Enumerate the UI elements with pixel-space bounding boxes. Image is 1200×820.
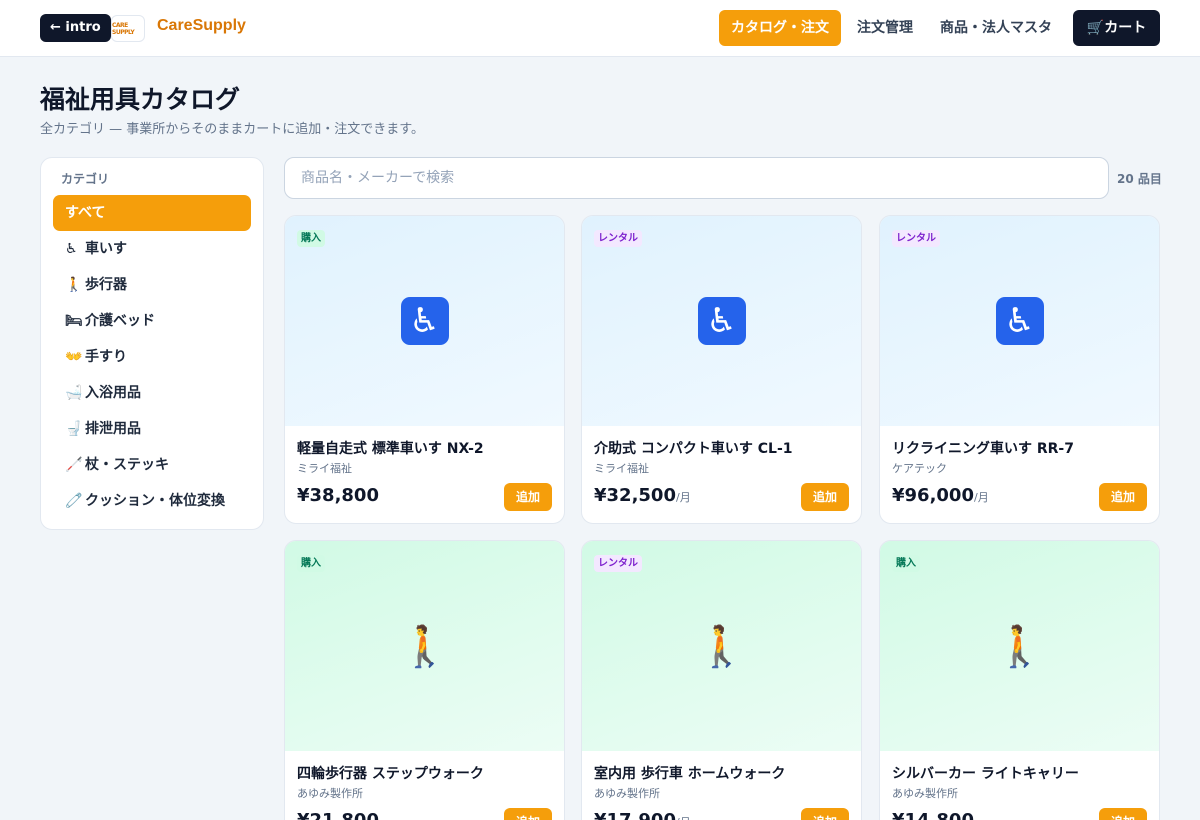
product-name: 四輪歩行器 ステップウォーク: [297, 766, 484, 782]
product-image: 🚶: [880, 541, 1159, 751]
category-label: すべて: [65, 205, 106, 221]
price-value: ¥38,800: [297, 485, 379, 506]
rental-badge: レンタル: [594, 230, 642, 247]
product-card[interactable]: 🚶 購入 四輪歩行器 ステップウォーク あゆみ製作所 ¥21,800 追加: [284, 540, 565, 820]
add-to-cart-button[interactable]: 追加: [1099, 808, 1147, 820]
wheelchair-icon: ♿: [65, 241, 78, 257]
product-card[interactable]: ♿ レンタル リクライニング車いす RR-7 ケアテック ¥96,000/月 追…: [879, 215, 1160, 524]
wheelchair-icon: ♿: [697, 297, 746, 345]
category-item-care-bed[interactable]: 🛏 介護ベッド: [53, 303, 251, 339]
product-price: ¥14,800: [892, 810, 974, 820]
category-label: 歩行器: [85, 277, 127, 293]
page-title: 福祉用具カタログ: [40, 85, 241, 114]
add-to-cart-button[interactable]: 追加: [504, 808, 552, 820]
nav-catalog-order[interactable]: カタログ・注文: [719, 10, 841, 46]
walking-person-icon: 🚶: [399, 623, 450, 670]
product-price: ¥17,900/月: [594, 810, 691, 820]
product-card[interactable]: 🚶 購入 シルバーカー ライトキャリー あゆみ製作所 ¥14,800 追加: [879, 540, 1160, 820]
product-name: リクライニング車いす RR-7: [892, 441, 1074, 457]
category-item-walker[interactable]: 🚶 歩行器: [53, 267, 251, 303]
product-image: ♿: [582, 216, 861, 426]
price-value: ¥17,900: [594, 810, 676, 820]
purchase-badge: 購入: [892, 555, 920, 572]
bathtub-icon: 🛁: [65, 385, 83, 401]
category-item-cane[interactable]: 🦯 杖・ステッキ: [53, 447, 251, 483]
product-maker: ミライ福祉: [297, 462, 352, 475]
price-unit: /月: [676, 816, 691, 820]
brand-logo-text: CARE SUPPLY: [112, 21, 135, 36]
price-unit: /月: [973, 491, 989, 504]
product-price: ¥32,500/月: [594, 485, 691, 506]
price-value: ¥96,000: [892, 485, 974, 506]
category-label: クッション・体位変換: [85, 493, 225, 509]
price-value: ¥21,800: [297, 810, 379, 820]
category-sidebar: カテゴリ すべて ♿ 車いす 🚶 歩行器 🛏 介護ベッド 👐 手すり 🛁 入浴用品 🚽 排泄…: [40, 157, 264, 530]
add-to-cart-button[interactable]: 追加: [504, 483, 552, 511]
intro-back-button[interactable]: ← intro: [40, 14, 111, 42]
nav-order-management[interactable]: 注文管理: [857, 10, 913, 46]
product-price: ¥21,800: [297, 810, 379, 820]
result-count: 20 品目: [1117, 172, 1162, 186]
safety-pin-icon: 🧷: [65, 493, 83, 509]
cart-button[interactable]: 🛒カート: [1073, 10, 1160, 46]
product-name: 介助式 コンパクト車いす CL-1: [594, 441, 793, 457]
walking-person-icon: 🚶: [696, 623, 747, 670]
open-hands-icon: 👐: [65, 349, 83, 365]
price-value: ¥32,500: [594, 485, 676, 506]
add-to-cart-button[interactable]: 追加: [1099, 483, 1147, 511]
brand-logo: CARE SUPPLY: [111, 15, 145, 42]
category-item-handrail[interactable]: 👐 手すり: [53, 339, 251, 375]
price-unit: /月: [675, 491, 691, 504]
category-item-all[interactable]: すべて: [53, 195, 251, 231]
cane-icon: 🦯: [65, 457, 83, 473]
product-maker: あゆみ製作所: [892, 787, 958, 800]
category-label: 杖・ステッキ: [85, 457, 169, 473]
brand-name[interactable]: CareSupply: [157, 17, 246, 35]
category-label: 介護ベッド: [85, 313, 155, 329]
add-to-cart-button[interactable]: 追加: [801, 808, 849, 820]
product-maker: あゆみ製作所: [594, 787, 660, 800]
top-navigation-bar: ← intro CARE SUPPLY CareSupply カタログ・注文 注…: [0, 0, 1200, 57]
purchase-badge: 購入: [297, 230, 325, 247]
product-image: ♿: [880, 216, 1159, 426]
product-maker: ケアテック: [892, 462, 947, 475]
wheelchair-icon: ♿: [400, 297, 449, 345]
product-maker: あゆみ製作所: [297, 787, 363, 800]
product-name: 軽量自走式 標準車いす NX-2: [297, 441, 484, 457]
search-input[interactable]: [284, 157, 1109, 199]
purchase-badge: 購入: [297, 555, 325, 572]
price-value: ¥14,800: [892, 810, 974, 820]
walking-person-icon: 🚶: [65, 277, 83, 293]
nav-product-master[interactable]: 商品・法人マスタ: [940, 10, 1052, 46]
page-subtitle: 全カテゴリ — 事業所からそのままカートに追加・注文できます。: [40, 122, 424, 137]
rental-badge: レンタル: [594, 555, 642, 572]
product-card[interactable]: ♿ レンタル 介助式 コンパクト車いす CL-1 ミライ福祉 ¥32,500/月…: [581, 215, 862, 524]
sidebar-heading: カテゴリ: [61, 172, 110, 186]
product-image: 🚶: [582, 541, 861, 751]
rental-badge: レンタル: [892, 230, 940, 247]
product-price: ¥96,000/月: [892, 485, 989, 506]
product-price: ¥38,800: [297, 485, 379, 506]
category-item-toilet[interactable]: 🚽 排泄用品: [53, 411, 251, 447]
product-card[interactable]: ♿ 購入 軽量自走式 標準車いす NX-2 ミライ福祉 ¥38,800 追加: [284, 215, 565, 524]
wheelchair-icon: ♿: [995, 297, 1044, 345]
category-item-cushion[interactable]: 🧷 クッション・体位変換: [53, 483, 251, 519]
category-item-wheelchair[interactable]: ♿ 車いす: [53, 231, 251, 267]
product-image: ♿: [285, 216, 564, 426]
category-item-bathing[interactable]: 🛁 入浴用品: [53, 375, 251, 411]
walking-person-icon: 🚶: [994, 623, 1045, 670]
product-name: 室内用 歩行車 ホームウォーク: [594, 766, 786, 782]
product-name: シルバーカー ライトキャリー: [892, 766, 1079, 782]
category-label: 排泄用品: [85, 421, 141, 437]
toilet-icon: 🚽: [65, 421, 83, 437]
product-card[interactable]: 🚶 レンタル 室内用 歩行車 ホームウォーク あゆみ製作所 ¥17,900/月 …: [581, 540, 862, 820]
bed-icon: 🛏: [65, 313, 83, 329]
add-to-cart-button[interactable]: 追加: [801, 483, 849, 511]
product-maker: ミライ福祉: [594, 462, 649, 475]
category-label: 手すり: [85, 349, 127, 365]
category-label: 入浴用品: [85, 385, 141, 401]
product-image: 🚶: [285, 541, 564, 751]
category-label: 車いす: [85, 241, 127, 257]
